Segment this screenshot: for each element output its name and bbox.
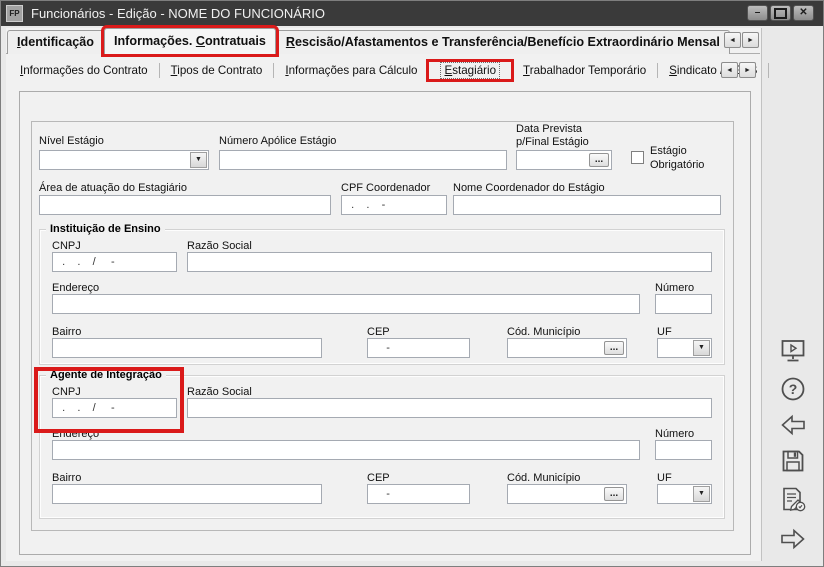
save-icon xyxy=(779,447,807,475)
data-prevista-input[interactable]: ... xyxy=(516,150,612,170)
data-prevista-label-line1: Data Prevista xyxy=(516,123,582,135)
save-button[interactable] xyxy=(779,447,807,475)
main-tab-scroll-right-button[interactable]: ► xyxy=(742,32,759,48)
tab-identificacao[interactable]: Identificação xyxy=(7,30,104,54)
area-atuacao-label: Área de atuação do Estagiário xyxy=(39,182,187,194)
tab-rescisao-afastamentos[interactable]: Rescisão/Afastamentos e Transferência/Be… xyxy=(276,30,730,54)
app-icon: FP xyxy=(6,5,23,22)
tab-tipos-de-contrato[interactable]: Tipos de Contrato xyxy=(160,62,274,79)
cpf-coordenador-input[interactable]: . . - xyxy=(341,195,447,215)
arrow-right-icon: ► xyxy=(747,37,754,44)
maximize-button[interactable] xyxy=(770,5,791,21)
cep-label: CEP xyxy=(367,472,390,484)
bairro-label: Bairro xyxy=(52,472,81,484)
instituicao-ensino-group: Instituição de Ensino CNPJ . . / - Razão… xyxy=(39,229,725,365)
instituicao-ensino-title: Instituição de Ensino xyxy=(46,222,165,236)
forward-button[interactable] xyxy=(779,525,807,553)
razao-social-input[interactable] xyxy=(187,398,712,418)
help-icon: ? xyxy=(779,375,807,403)
browse-button[interactable]: ... xyxy=(604,487,624,501)
main-tab-scroll-left-button[interactable]: ◄ xyxy=(724,32,741,48)
close-button[interactable]: ✕ xyxy=(793,5,814,21)
cod-municipio-label: Cód. Município xyxy=(507,326,580,338)
back-button[interactable] xyxy=(779,411,807,439)
nome-coordenador-label: Nome Coordenador do Estágio xyxy=(453,182,605,194)
numero-label: Número xyxy=(655,428,694,440)
minimize-icon: – xyxy=(755,8,761,18)
sub-tab-scroll-right-button[interactable]: ► xyxy=(739,62,756,78)
cep-input[interactable]: - xyxy=(367,484,470,504)
numero-input[interactable] xyxy=(655,294,712,314)
uf-select[interactable]: ▼ xyxy=(657,484,712,504)
tab-informacoes-contratuais[interactable]: Informações. Contratuais xyxy=(104,28,276,54)
bairro-label: Bairro xyxy=(52,326,81,338)
browse-button[interactable]: ... xyxy=(604,341,624,355)
cod-municipio-input[interactable]: ... xyxy=(507,484,627,504)
razao-social-label: Razão Social xyxy=(187,240,252,252)
arrow-right-icon: ► xyxy=(744,67,751,74)
chevron-down-icon[interactable]: ▼ xyxy=(693,486,710,502)
numero-apolice-label: Número Apólice Estágio xyxy=(219,135,336,147)
app-window: FP Funcionários - Edição - NOME DO FUNCI… xyxy=(0,0,824,567)
cod-municipio-input[interactable]: ... xyxy=(507,338,627,358)
endereco-label: Endereço xyxy=(52,282,99,294)
maximize-icon xyxy=(774,8,787,19)
cep-label: CEP xyxy=(367,326,390,338)
arrow-left-icon: ◄ xyxy=(726,67,733,74)
estagio-obrigatorio-label-line2: Obrigatório xyxy=(650,158,704,172)
numero-apolice-input[interactable] xyxy=(219,150,507,170)
nome-coordenador-input[interactable] xyxy=(453,195,721,215)
cpf-coordenador-label: CPF Coordenador xyxy=(341,182,430,194)
numero-label: Número xyxy=(655,282,694,294)
browse-button[interactable]: ... xyxy=(589,153,609,167)
arrow-right-icon xyxy=(779,525,807,553)
window-title: Funcionários - Edição - NOME DO FUNCIONÁ… xyxy=(31,1,325,26)
preview-button[interactable] xyxy=(779,337,807,365)
monitor-play-icon xyxy=(779,337,807,365)
razao-social-input[interactable] xyxy=(187,252,712,272)
nivel-estagio-select[interactable]: ▼ xyxy=(39,150,209,170)
chevron-down-icon[interactable]: ▼ xyxy=(190,152,207,168)
document-edit-icon xyxy=(779,485,807,513)
tab-informacoes-para-calculo[interactable]: Informações para Cálculo xyxy=(274,62,428,79)
endereco-input[interactable] xyxy=(52,294,640,314)
edit-record-button[interactable] xyxy=(779,485,807,513)
uf-label: UF xyxy=(657,326,672,338)
sub-tab-bar: Informações do Contrato Tipos de Contrat… xyxy=(9,58,769,82)
bairro-input[interactable] xyxy=(52,338,322,358)
bairro-input[interactable] xyxy=(52,484,322,504)
estagio-obrigatorio-checkbox[interactable] xyxy=(631,151,644,164)
cod-municipio-label: Cód. Município xyxy=(507,472,580,484)
estagio-obrigatorio-label-line1: Estágio xyxy=(650,144,687,158)
area-atuacao-input[interactable] xyxy=(39,195,331,215)
sub-tab-scroll-left-button[interactable]: ◄ xyxy=(721,62,738,78)
chevron-down-icon[interactable]: ▼ xyxy=(693,340,710,356)
arrow-left-icon: ◄ xyxy=(729,37,736,44)
main-tab-bar: Identificação Informações. Contratuais R… xyxy=(7,30,730,54)
annotation-box-agente-cnpj xyxy=(34,367,184,433)
uf-label: UF xyxy=(657,472,672,484)
uf-select[interactable]: ▼ xyxy=(657,338,712,358)
endereco-input[interactable] xyxy=(52,440,640,460)
tab-separator xyxy=(768,63,769,78)
close-icon: ✕ xyxy=(799,8,807,18)
nivel-estagio-label: Nível Estágio xyxy=(39,135,104,147)
arrow-left-icon xyxy=(779,411,807,439)
data-prevista-label-line2: p/Final Estágio xyxy=(516,136,589,148)
tab-trabalhador-temporario[interactable]: Trabalhador Temporário xyxy=(512,62,657,79)
titlebar[interactable]: FP Funcionários - Edição - NOME DO FUNCI… xyxy=(1,1,823,26)
cep-input[interactable]: - xyxy=(367,338,470,358)
razao-social-label: Razão Social xyxy=(187,386,252,398)
tab-estagiario[interactable]: Estagiário xyxy=(429,62,511,79)
numero-input[interactable] xyxy=(655,440,712,460)
cnpj-input[interactable]: . . / - xyxy=(52,252,177,272)
minimize-button[interactable]: – xyxy=(747,5,768,21)
help-button[interactable]: ? xyxy=(779,375,807,403)
tab-informacoes-do-contrato[interactable]: Informações do Contrato xyxy=(9,62,159,79)
cnpj-label: CNPJ xyxy=(52,240,81,252)
svg-text:?: ? xyxy=(789,381,798,397)
